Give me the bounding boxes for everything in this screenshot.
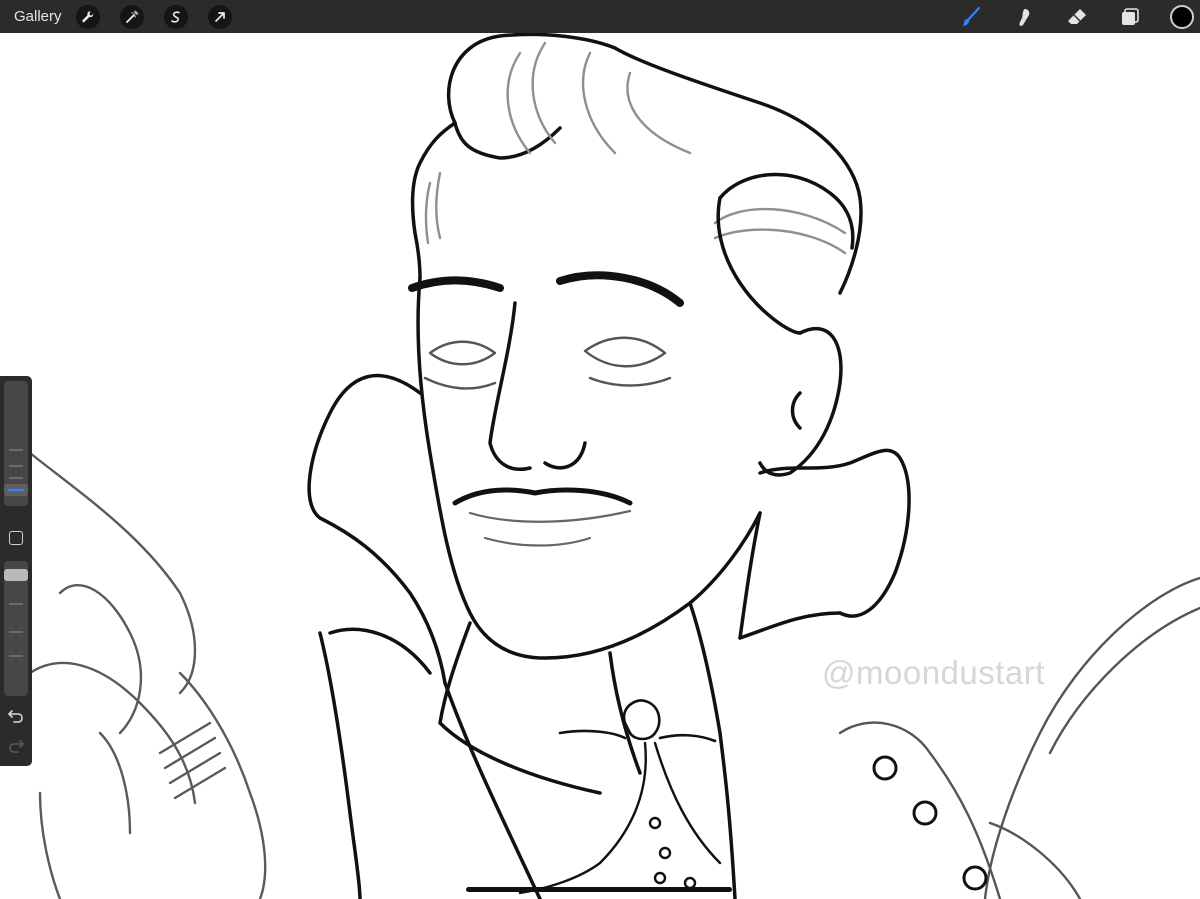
slider-tick [9, 631, 23, 633]
color-picker-swatch[interactable] [1170, 4, 1194, 29]
brush-icon [962, 6, 981, 26]
opacity-slider[interactable] [4, 561, 28, 696]
redo-icon [9, 740, 24, 753]
undo-button[interactable] [6, 706, 26, 726]
slider-tick [9, 655, 23, 657]
line-art-drawing [28, 33, 1200, 899]
slider-tick [9, 465, 23, 467]
hair-shading [424, 41, 847, 255]
left-sidebar [0, 376, 32, 766]
smudge-icon [1019, 8, 1030, 26]
transform-arrow-icon [214, 11, 225, 22]
selection-button[interactable] [163, 4, 188, 29]
selection-icon [170, 10, 180, 23]
hand-left [28, 451, 267, 899]
wrench-icon [81, 10, 93, 22]
size-thumb-indicator [8, 489, 24, 491]
eyes [423, 336, 672, 390]
slider-tick [9, 477, 23, 479]
shirt [438, 601, 737, 899]
hand-right [838, 576, 1200, 899]
brush-size-slider[interactable] [4, 381, 28, 506]
top-toolbar: Gallery [0, 0, 1200, 33]
redo-button[interactable] [6, 736, 26, 756]
eyebrows [408, 271, 684, 307]
adjustments-button[interactable] [119, 4, 144, 29]
magic-wand-icon [125, 9, 139, 23]
slider-tick [9, 603, 23, 605]
mustache [452, 487, 633, 506]
jacket-left [318, 627, 432, 899]
actions-button[interactable] [75, 4, 100, 29]
home-indicator [466, 887, 732, 892]
buttons [872, 755, 988, 891]
brush-tool-button[interactable] [958, 4, 984, 30]
smudge-tool-button[interactable] [1011, 4, 1037, 30]
skull-pin [558, 699, 717, 743]
hair-strokes [410, 33, 863, 295]
chain [518, 741, 722, 895]
slider-tick [9, 449, 23, 451]
gallery-button[interactable]: Gallery [14, 8, 62, 25]
undo-icon [8, 710, 23, 723]
right-toolbar [958, 0, 1200, 33]
opacity-thumb[interactable] [4, 569, 28, 581]
watermark-text: @moondustart [822, 654, 1045, 691]
layers-icon [1122, 7, 1139, 25]
mouth [468, 509, 632, 547]
collar [307, 373, 911, 685]
transform-button[interactable] [207, 4, 232, 29]
eraser-tool-button[interactable] [1064, 4, 1090, 30]
nose [488, 301, 587, 471]
layers-button[interactable] [1117, 4, 1143, 30]
brush-size-thumb[interactable] [4, 484, 28, 496]
modify-button[interactable] [9, 531, 23, 545]
face-outline [416, 196, 843, 660]
eraser-icon [1068, 8, 1086, 24]
drawing-canvas[interactable] [0, 33, 1200, 899]
